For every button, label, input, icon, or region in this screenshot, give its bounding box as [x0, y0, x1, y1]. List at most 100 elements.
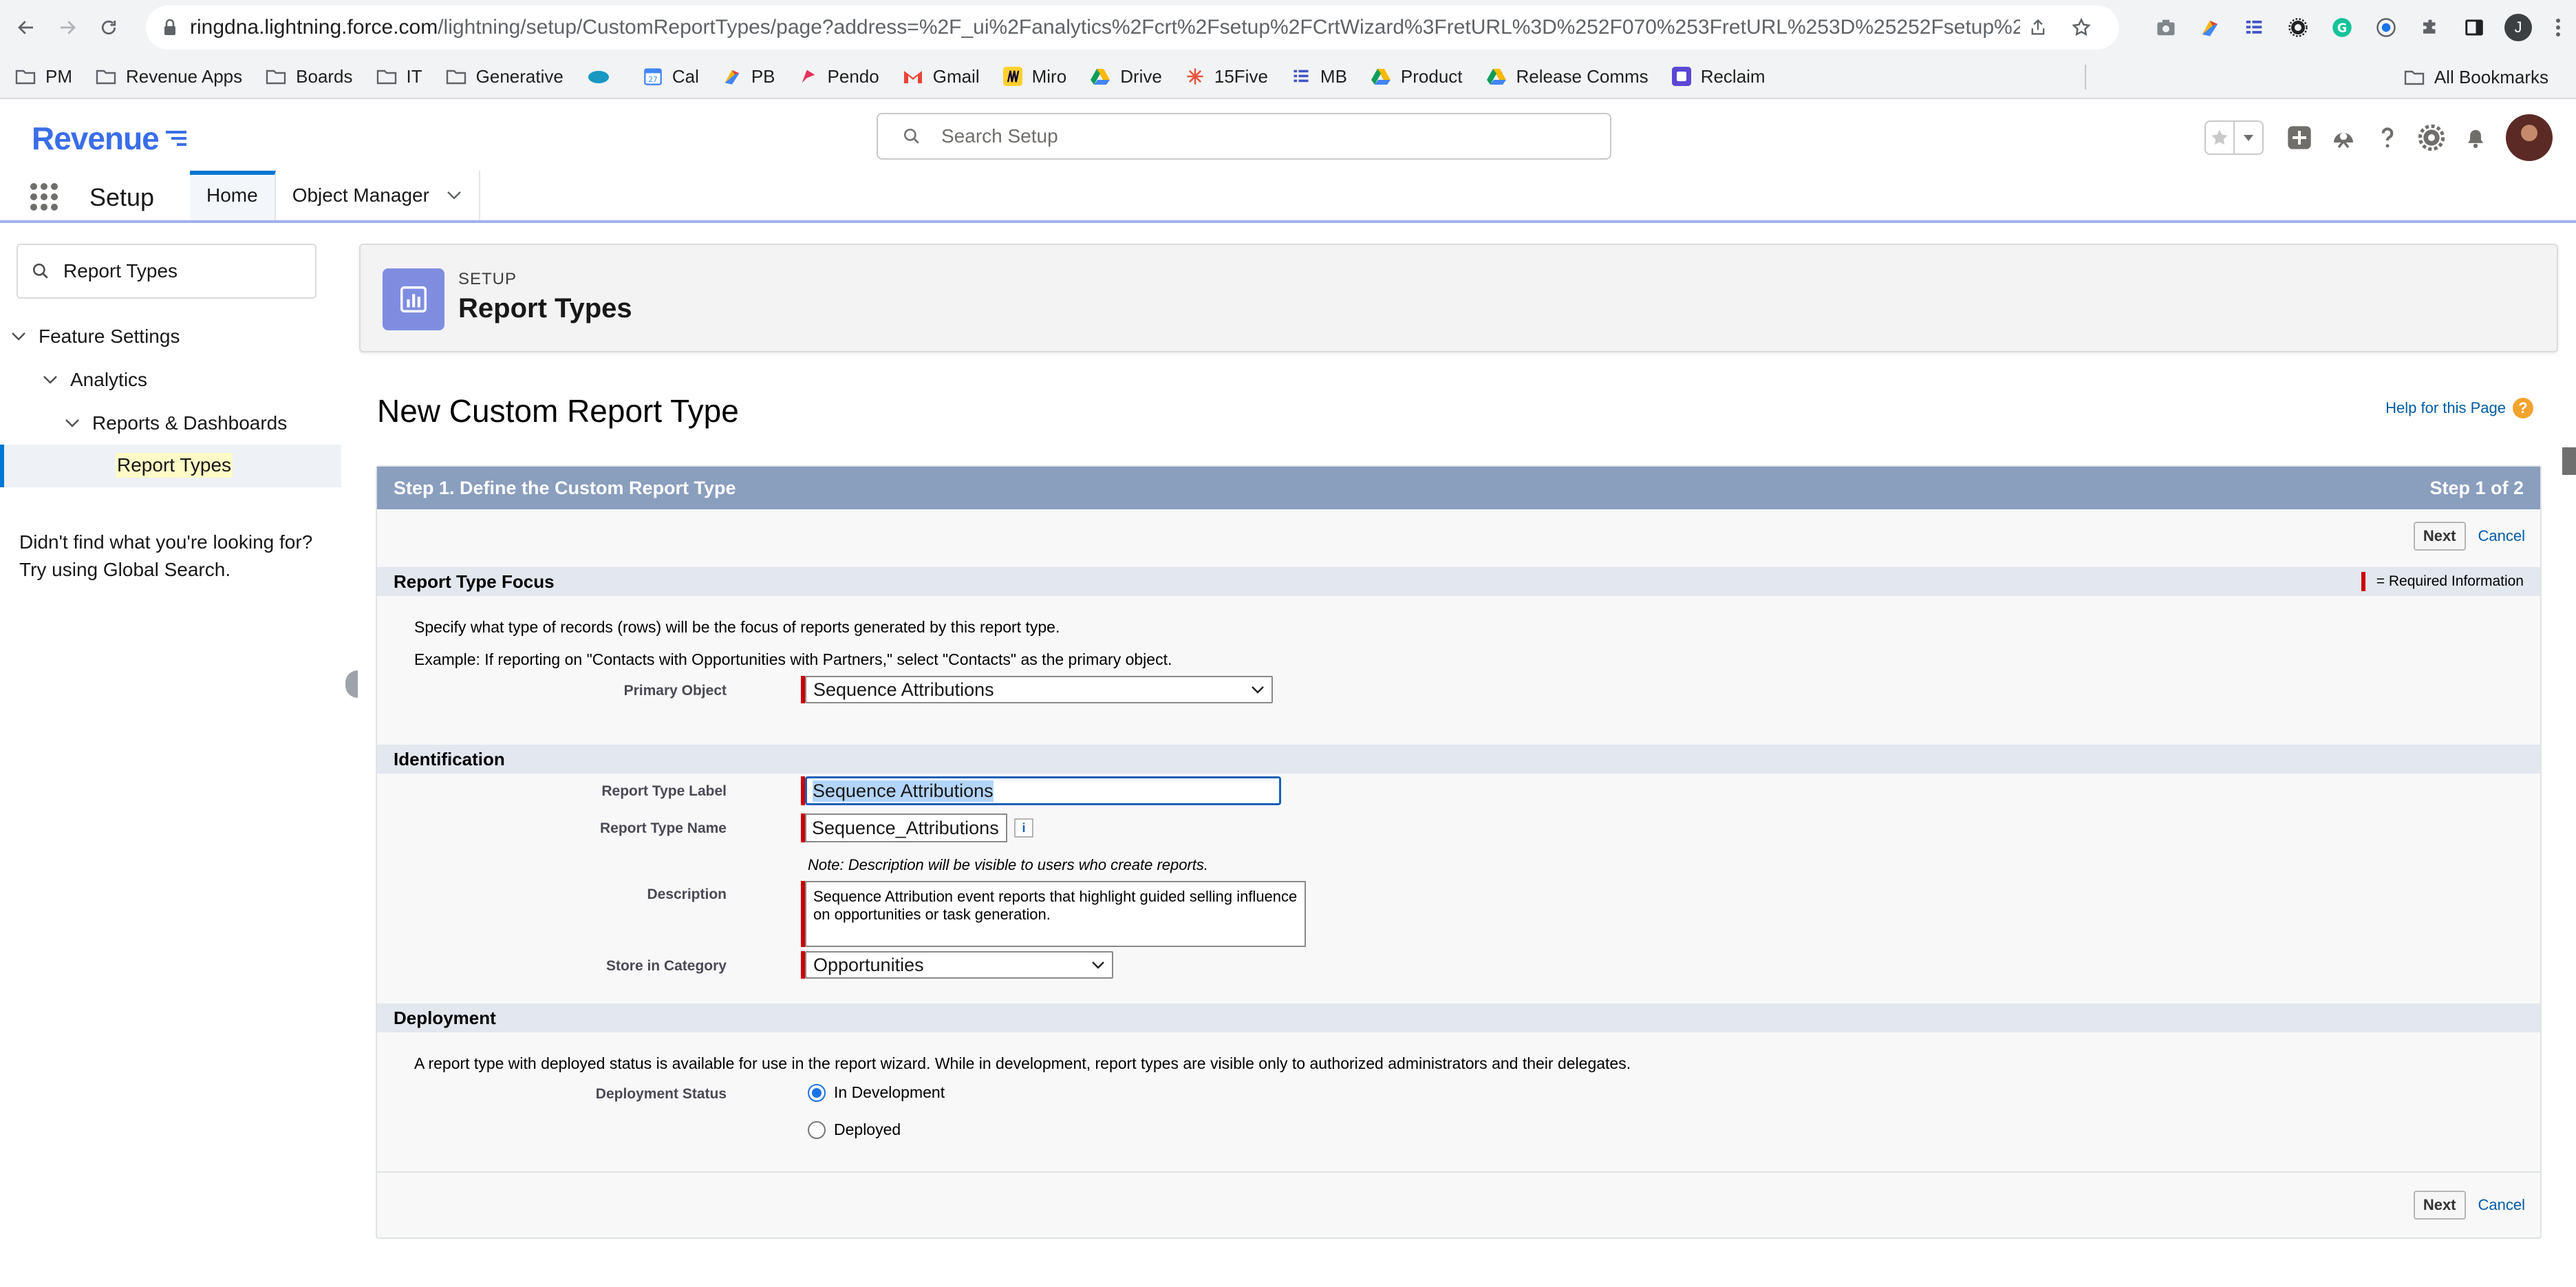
focus-example: Example: If reporting on "Contacts with … [414, 650, 1172, 668]
bookmarks-bar: PM Revenue Apps Boards IT Generative 27 Cal PB P… [0, 55, 2576, 99]
help-for-page-link[interactable]: Help for this Page ? [2385, 398, 2533, 418]
setup-eyebrow: SETUP [458, 270, 517, 288]
help-line-2: Try using Global Search. [19, 559, 231, 580]
extension-camera[interactable] [2144, 7, 2188, 48]
reload-icon [98, 17, 119, 38]
sidebar-help-text: Didn't find what you're looking for? Try… [19, 529, 312, 584]
chevron-down-icon[interactable] [446, 190, 462, 201]
search-setup-input[interactable]: Search Setup [877, 113, 1611, 160]
bookmark-drive[interactable]: Drive [1090, 66, 1162, 87]
bookmark-label: Miro [1031, 65, 1067, 87]
notifications-button[interactable] [2454, 116, 2498, 160]
pb-icon [722, 67, 742, 86]
search-icon [903, 127, 921, 145]
cancel-link[interactable]: Cancel [2478, 527, 2525, 545]
bookmark-revenue-apps[interactable]: Revenue Apps [96, 66, 242, 87]
report-type-label-input[interactable]: Sequence Attributions [805, 776, 1281, 805]
description-field: Sequence Attribution event reports that … [801, 881, 1306, 947]
extensions-menu[interactable] [2408, 7, 2452, 48]
reload-button[interactable] [88, 7, 129, 48]
bookmark-pendo[interactable]: Pendo [799, 66, 879, 87]
store-in-category-label: Store in Category [605, 958, 727, 974]
tree-label: Report Types [116, 453, 233, 478]
bookmark-gmail[interactable]: Gmail [903, 66, 980, 87]
bookmark-it[interactable]: IT [376, 66, 422, 87]
address-bar[interactable]: ringdna.lightning.force.com/lightning/se… [146, 6, 2119, 50]
global-actions-button[interactable] [2277, 116, 2321, 160]
page-scrollbar-thumb[interactable] [2562, 447, 2576, 475]
share-icon[interactable] [2028, 18, 2048, 37]
back-button[interactable] [6, 7, 47, 48]
next-button-bottom[interactable]: Next [2413, 1191, 2466, 1220]
folder-icon [446, 68, 466, 85]
setup-sidebar: Report Types Feature Settings Analytics … [0, 223, 358, 1287]
app-launcher-button[interactable] [29, 182, 59, 212]
description-textarea[interactable]: Sequence Attribution event reports that … [805, 881, 1306, 947]
report-type-name-input[interactable]: Sequence_Attributions [805, 813, 1007, 842]
required-marker [2361, 572, 2365, 591]
search-placeholder: Search Setup [941, 125, 1058, 147]
bookmark-boards[interactable]: Boards [266, 66, 353, 87]
radio-dot[interactable] [808, 1120, 826, 1139]
trailhead-button[interactable] [2321, 116, 2365, 160]
bookmark-miro[interactable]: Miro [1002, 65, 1067, 87]
category-select[interactable]: Opportunities [805, 951, 1113, 979]
primary-object-select[interactable]: Sequence Attributions [805, 676, 1273, 703]
bookmark-pm[interactable]: PM [15, 66, 72, 87]
bookmark-mb[interactable]: MB [1291, 66, 1347, 87]
tree-item-report-types[interactable]: Report Types [0, 445, 341, 487]
profile-button[interactable]: J [2496, 7, 2540, 48]
brand-logo[interactable]: Revenue [32, 120, 188, 157]
setup-gear-button[interactable] [2409, 116, 2454, 160]
bookmark-reclaim[interactable]: Reclaim [1671, 66, 1765, 87]
favorites-list-button[interactable] [2233, 122, 2262, 153]
url-text: ringdna.lightning.force.com/lightning/se… [190, 16, 2020, 39]
setup-page-header: SETUP Report Types [359, 244, 2558, 352]
extension-sun[interactable] [2276, 7, 2320, 48]
star-icon [2210, 128, 2229, 147]
radio-dot[interactable] [808, 1083, 826, 1102]
url-host: ringdna.lightning.force.com [190, 16, 438, 39]
bookmark-pb[interactable]: PB [722, 66, 775, 87]
all-bookmarks-button[interactable]: All Bookmarks [2404, 55, 2548, 99]
help-button[interactable] [2365, 116, 2409, 160]
tree-item-reports-dashboards[interactable]: Reports & Dashboards [65, 403, 287, 444]
extension-grammarly[interactable]: G [2320, 7, 2364, 48]
miro-icon [1002, 67, 1022, 86]
tree-item-analytics[interactable]: Analytics [43, 359, 147, 401]
favorites-button[interactable] [2206, 122, 2233, 153]
next-button[interactable]: Next [2413, 522, 2466, 551]
cancel-link-bottom[interactable]: Cancel [2478, 1196, 2525, 1214]
radio-in-development[interactable]: In Development [808, 1083, 945, 1102]
extension-pb[interactable] [2188, 7, 2232, 48]
quick-find-input[interactable]: Report Types [17, 244, 316, 299]
info-button[interactable]: i [1014, 818, 1033, 838]
user-avatar[interactable] [2506, 114, 2553, 161]
side-panel-button[interactable] [2452, 7, 2496, 48]
forward-button[interactable] [47, 7, 88, 48]
extension-mb[interactable] [2232, 7, 2276, 48]
bookmark-salesforce[interactable] [587, 68, 620, 85]
bookmark-product[interactable]: Product [1371, 66, 1463, 87]
folder-icon [376, 68, 397, 85]
radio-deployed[interactable]: Deployed [808, 1120, 901, 1139]
mb-icon [2244, 17, 2264, 38]
bookmark-15five[interactable]: 15Five [1185, 66, 1268, 87]
tab-object-manager[interactable]: Object Manager [276, 171, 480, 220]
bookmark-label: Gmail [932, 65, 980, 87]
tab-home[interactable]: Home [190, 171, 276, 220]
tree-item-feature-settings[interactable]: Feature Settings [11, 316, 180, 357]
sidebar-collapse-handle[interactable] [345, 670, 358, 698]
bookmark-cal[interactable]: 27 Cal [643, 66, 699, 87]
bookmark-release-comms[interactable]: Release Comms [1486, 66, 1649, 87]
section-identification: Identification [377, 745, 2540, 774]
bookmark-generative[interactable]: Generative [446, 66, 564, 87]
tree-label: Feature Settings [39, 326, 180, 347]
site-info-icon[interactable] [162, 19, 178, 36]
browser-menu-button[interactable] [2540, 7, 2576, 48]
tree-label: Reports & Dashboards [92, 412, 288, 434]
global-header: Revenue Search Setup [0, 100, 2576, 171]
bookmark-star-icon[interactable] [2071, 17, 2092, 38]
camera-icon [2156, 18, 2176, 37]
extension-cloud[interactable] [2364, 7, 2408, 48]
